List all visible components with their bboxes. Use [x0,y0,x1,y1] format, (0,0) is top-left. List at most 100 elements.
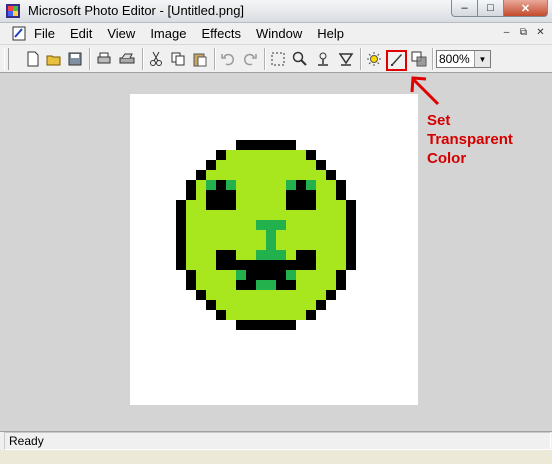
face-outline-pixel [326,290,336,300]
face-outline-pixel [176,260,186,270]
face-outline-pixel [176,200,186,210]
face-outline-pixel [346,250,356,260]
annotation-line: Color [427,150,467,167]
scan-button[interactable] [117,49,137,69]
print-button[interactable] [94,49,114,69]
toolbar-grip[interactable] [4,48,9,70]
toolbar-separator [264,48,266,70]
undo-icon [221,53,235,66]
redo-button[interactable] [240,49,260,69]
photo-editor-window: Microsoft Photo Editor - [Untitled.png] … [0,0,552,464]
face-outline-pixel [236,140,296,150]
face-outline-pixel [346,210,356,220]
menu-edit[interactable]: Edit [70,26,92,41]
sharpen-icon [338,53,354,66]
mouth [296,250,316,270]
zoom-value: 800% [439,52,470,66]
smudge-icon [318,52,328,66]
face-outline-pixel [316,160,326,170]
status-panel [4,432,551,450]
menu-view[interactable]: View [107,26,135,41]
face-outline-pixel [316,300,326,310]
face-outline-pixel [236,320,296,330]
window-title: Microsoft Photo Editor - [Untitled.png] [28,3,245,18]
face-outline-pixel [176,240,186,250]
face-outline-pixel [186,190,196,200]
open-button[interactable] [44,49,64,69]
menu-bar: File Edit View Image Effects Window Help… [0,23,552,45]
smiley-face-image [176,140,356,330]
face-outline-pixel [196,170,206,180]
undo-button[interactable] [218,49,238,69]
smudge-button[interactable] [313,49,333,69]
balance-icon [367,52,381,66]
face-outline-pixel [216,310,226,320]
face-outline-pixel [336,190,346,200]
face-outline-pixel [206,300,216,310]
red-arrow-annotation [410,76,440,106]
face-outline-pixel [346,260,356,270]
zoom-dropdown[interactable]: 800% ▼ [436,50,491,68]
menu-help[interactable]: Help [317,26,344,41]
copy-icon [171,52,185,66]
eye-highlight [206,180,216,190]
sharpen-button[interactable] [336,49,356,69]
save-button[interactable] [65,49,85,69]
mouth [216,250,236,270]
face-outline-pixel [186,180,196,190]
scan-icon [119,53,135,64]
app-icon [6,4,20,18]
face-outline-pixel [306,310,316,320]
annotation-text: Set Transparent Color [427,111,513,168]
toolbar-separator [432,48,434,70]
face-outline-pixel [346,240,356,250]
title-bar[interactable]: Microsoft Photo Editor - [Untitled.png] … [0,0,552,23]
zoom-button[interactable] [290,49,310,69]
face-outline-pixel [206,160,216,170]
close-button[interactable]: ✕ [504,0,548,17]
save-icon [68,52,82,66]
maximize-icon: □ [487,2,494,14]
face-fill [216,160,316,170]
cut-icon [150,51,162,66]
face-outline-pixel [346,230,356,240]
paste-button[interactable] [190,49,210,69]
face-fill [186,210,346,220]
copy-button[interactable] [168,49,188,69]
new-button[interactable] [23,49,43,69]
minimize-button[interactable]: – [451,0,478,17]
face-outline-pixel [186,280,196,290]
mdi-minimize-button[interactable]: – [499,26,514,39]
face-outline-pixel [336,270,346,280]
document-icon[interactable] [12,26,26,41]
eye-highlight [286,180,296,190]
redo-icon [243,53,257,66]
menu-file[interactable]: File [34,26,55,41]
mouth-highlight [286,270,296,280]
print-icon [97,52,111,64]
mdi-close-button[interactable]: ✕ [533,26,548,39]
face-outline-pixel [186,270,196,280]
paste-icon [193,53,207,67]
menu-window[interactable]: Window [256,26,302,41]
face-outline-pixel [216,150,226,160]
face-outline-pixel [306,150,316,160]
transparency-icon [411,51,427,67]
menu-effects[interactable]: Effects [201,26,241,41]
zoom-icon [292,51,307,66]
chevron-down-icon[interactable]: ▼ [474,51,490,67]
face-outline-pixel [176,230,186,240]
annotation-line: Transparent [427,131,513,148]
toolbar-separator [142,48,144,70]
cut-button[interactable] [146,49,166,69]
mouth-highlight [236,270,246,280]
status-bar: Ready [0,431,552,451]
select-button[interactable] [268,49,288,69]
transparency-button[interactable] [409,49,429,69]
menu-image[interactable]: Image [150,26,186,41]
mdi-restore-button[interactable]: ⧉ [516,26,531,39]
balance-button[interactable] [364,49,384,69]
maximize-button[interactable]: □ [478,0,504,17]
face-fill [226,150,306,160]
status-text: Ready [9,434,44,448]
